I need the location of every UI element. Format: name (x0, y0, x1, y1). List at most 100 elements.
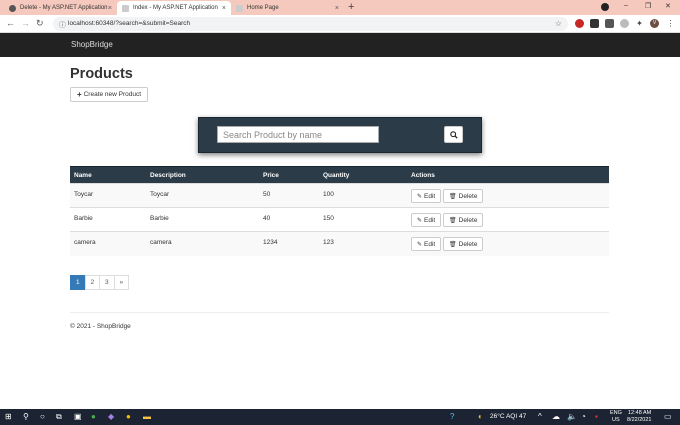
action-center-icon[interactable]: ▭ (664, 412, 672, 422)
cell-price: 50 (259, 183, 319, 208)
edit-button[interactable]: ✎ Edit (411, 237, 442, 251)
chrome-icon[interactable]: ● (126, 412, 131, 422)
edit-button[interactable]: ✎ Edit (411, 213, 442, 227)
file-explorer-icon[interactable]: ▬ (143, 412, 151, 422)
delete-label: Delete (458, 192, 478, 200)
delete-button[interactable]: 🗑 Delete (443, 189, 484, 203)
page-link-2[interactable]: 2 (84, 275, 100, 290)
address-bar[interactable]: ⓘ localhost:60348/?search=&submit=Search… (53, 17, 568, 31)
reload-icon[interactable]: ↻ (36, 18, 44, 29)
cortana-icon[interactable]: ○ (40, 412, 45, 422)
cell-name: Toycar (70, 183, 146, 208)
column-header: Name (70, 166, 146, 184)
bookmark-star-icon[interactable]: ☆ (555, 19, 562, 28)
task-view-icon[interactable]: ⧉ (56, 412, 62, 422)
cell-quantity: 100 (319, 183, 407, 208)
windows-taskbar: ⊞ ⚲ ○ ⧉ ▣ ● ◆ ● ▬ ? ◐ 26°C AQI 47 ^ ☁ 🔈 … (0, 409, 680, 425)
extension-icon[interactable] (620, 19, 629, 28)
trash-icon: 🗑 (449, 217, 457, 224)
edge-icon[interactable]: ● (91, 412, 96, 422)
language-indicator[interactable]: ENG (610, 410, 622, 416)
edit-button[interactable]: ✎ Edit (411, 189, 442, 203)
tab-home[interactable]: Home Page × (231, 1, 344, 15)
puzzle-icon[interactable]: ✦ (635, 19, 644, 28)
search-panel (198, 117, 482, 153)
adblock-extension-icon[interactable] (575, 19, 584, 28)
delete-button[interactable]: 🗑 Delete (443, 237, 484, 251)
network-icon[interactable]: ◔ (581, 412, 586, 422)
table-row: Toycar Toycar 50 100 ✎ Edit 🗑 Delete (70, 183, 609, 208)
page-next[interactable]: » (113, 275, 129, 290)
browser-tab-bar: Delete - My ASP.NET Application × Index … (0, 0, 680, 15)
visual-studio-icon[interactable]: ◆ (108, 412, 114, 422)
column-header: Price (259, 166, 319, 184)
footer-divider (70, 312, 609, 313)
cell-name: Barbie (70, 207, 146, 232)
new-tab-button[interactable]: + (348, 1, 354, 13)
close-tab-icon[interactable]: × (108, 5, 112, 12)
cell-actions: ✎ Edit 🗑 Delete (407, 183, 609, 208)
clock-date: 8/22/2021 (627, 417, 652, 423)
extension-icon[interactable] (605, 19, 614, 28)
tab-label: Delete - My ASP.NET Application (20, 5, 108, 11)
windows-start-icon[interactable]: ⊞ (5, 412, 12, 422)
maximize-button[interactable]: ❐ (645, 2, 651, 10)
notification-app-icon[interactable]: ▪ (595, 412, 598, 422)
clock-time[interactable]: 12:48 AM (628, 410, 651, 416)
footer-text: © 2021 - ShopBridge (70, 323, 131, 330)
back-arrow-icon[interactable]: ← (6, 18, 15, 28)
cloud-icon[interactable]: ☁ (552, 412, 560, 422)
teams-icon[interactable]: ▣ (74, 412, 82, 422)
volume-icon[interactable]: 🔈 (567, 412, 577, 422)
table-row: Barbie Barbie 40 150 ✎ Edit 🗑 Delete (70, 207, 609, 232)
pencil-icon: ✎ (417, 241, 423, 248)
media-control-icon[interactable] (601, 3, 609, 11)
column-header: Description (146, 166, 259, 184)
brand-link[interactable]: ShopBridge (71, 40, 113, 49)
menu-kebab-icon[interactable]: ⋮ (666, 19, 675, 28)
create-product-button[interactable]: + Create new Product (70, 87, 148, 102)
globe-icon (9, 4, 16, 12)
pencil-icon: ✎ (417, 217, 423, 224)
info-icon[interactable]: ⓘ (59, 20, 66, 30)
delete-label: Delete (458, 240, 478, 248)
trash-icon: 🗑 (449, 241, 457, 248)
close-tab-icon[interactable]: × (335, 5, 339, 12)
page-link-3[interactable]: 3 (99, 275, 115, 290)
table-row: camera camera 1234 123 ✎ Edit 🗑 Delete (70, 231, 609, 256)
extension-icon[interactable] (590, 19, 599, 28)
cell-quantity: 123 (319, 231, 407, 256)
column-header: Actions (407, 166, 609, 184)
forward-arrow-icon[interactable]: → (21, 18, 30, 28)
tab-label: Home Page (247, 5, 279, 11)
search-button[interactable] (444, 126, 463, 143)
region-indicator: US (612, 417, 620, 423)
trash-icon: 🗑 (449, 193, 457, 200)
page-icon (236, 4, 243, 12)
tab-label: Index - My ASP.NET Application (133, 5, 218, 11)
page-link-1[interactable]: 1 (70, 275, 86, 290)
edit-label: Edit (424, 240, 436, 248)
profile-avatar[interactable]: V (650, 19, 659, 28)
cell-name: camera (70, 231, 146, 256)
close-tab-icon[interactable]: × (222, 5, 226, 12)
cell-price: 1234 (259, 231, 319, 256)
close-window-button[interactable]: ✕ (665, 2, 671, 10)
cell-quantity: 150 (319, 207, 407, 232)
search-icon[interactable]: ⚲ (23, 412, 29, 422)
tab-delete[interactable]: Delete - My ASP.NET Application × (4, 1, 117, 15)
search-input[interactable] (217, 126, 379, 143)
weather-text[interactable]: 26°C AQI 47 (490, 413, 526, 420)
search-icon (449, 130, 458, 139)
delete-button[interactable]: 🗑 Delete (443, 213, 484, 227)
create-button-label: Create new Product (83, 91, 142, 98)
minimize-button[interactable]: – (624, 2, 628, 9)
tab-index[interactable]: Index - My ASP.NET Application × (117, 1, 231, 15)
help-icon[interactable]: ? (450, 412, 454, 422)
cell-actions: ✎ Edit 🗑 Delete (407, 207, 609, 232)
chevron-up-icon[interactable]: ^ (538, 412, 542, 422)
cell-description: camera (146, 231, 259, 256)
table-header-row: Name Description Price Quantity Actions (70, 166, 609, 184)
products-table: Name Description Price Quantity Actions … (70, 166, 609, 256)
cell-actions: ✎ Edit 🗑 Delete (407, 231, 609, 256)
